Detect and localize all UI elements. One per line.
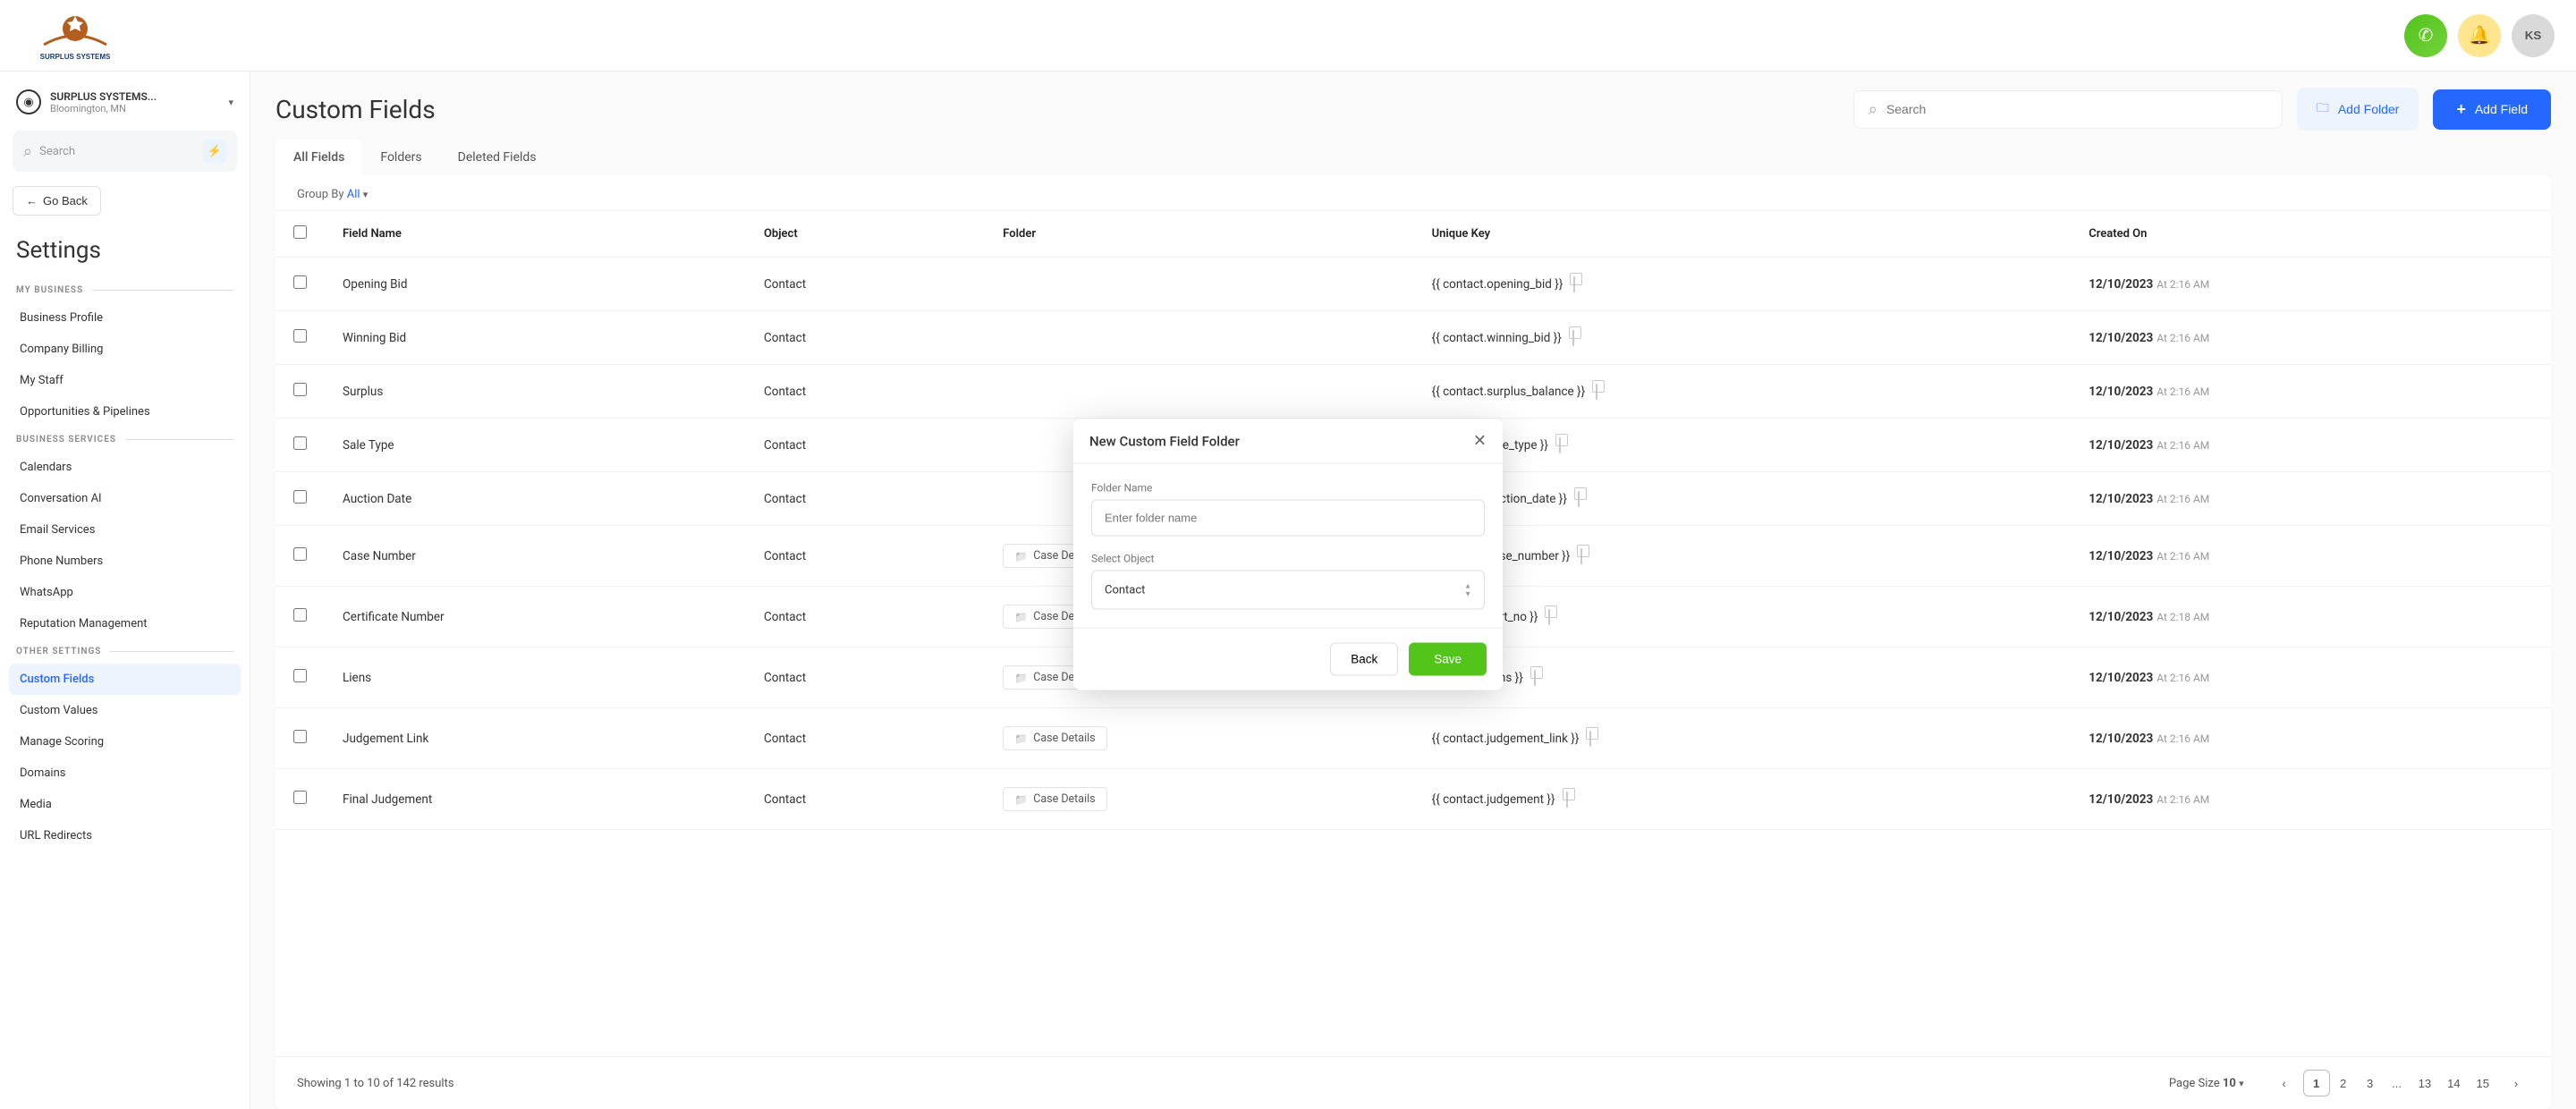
- select-object-label: Select Object: [1091, 553, 1485, 565]
- modal-save-button[interactable]: Save: [1409, 643, 1487, 676]
- modal-back-button[interactable]: Back: [1330, 643, 1398, 676]
- select-object-dropdown[interactable]: Contact ▲▼: [1091, 571, 1485, 610]
- modal-close-button[interactable]: ✕: [1473, 432, 1487, 451]
- select-object-value: Contact: [1105, 583, 1145, 597]
- new-folder-modal: New Custom Field Folder ✕ Folder Name Se…: [1073, 419, 1503, 690]
- modal-title: New Custom Field Folder: [1089, 433, 1240, 449]
- select-arrows-icon: ▲▼: [1464, 582, 1471, 598]
- folder-name-label: Folder Name: [1091, 482, 1485, 495]
- folder-name-input[interactable]: [1091, 500, 1485, 537]
